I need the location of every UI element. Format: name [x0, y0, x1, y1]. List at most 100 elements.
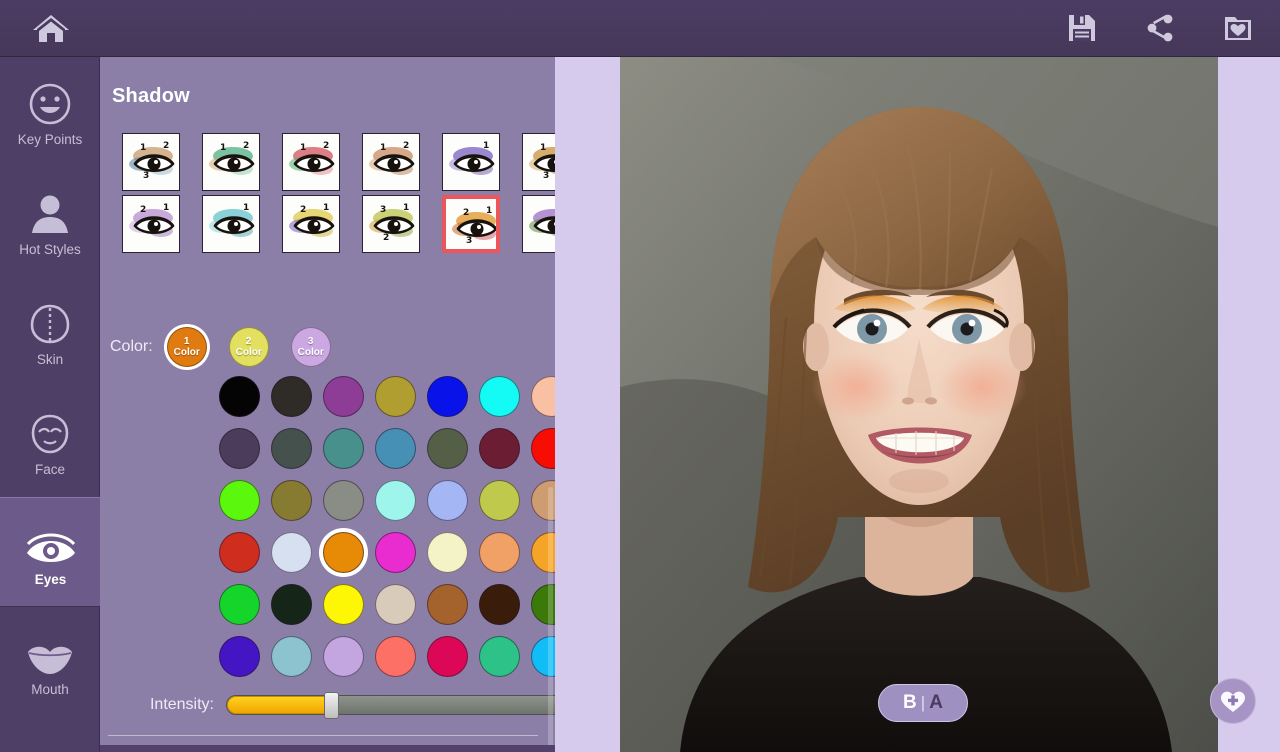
shadow-style-thumb[interactable]: 21 — [202, 133, 260, 191]
color-swatch[interactable] — [218, 375, 260, 417]
color-slot-index: 2 — [245, 336, 252, 347]
svg-text:2: 2 — [403, 141, 409, 151]
shadow-style-thumb[interactable]: 1 — [442, 133, 500, 191]
editor-panel: Shadow 2132121211213121121321232 Color: … — [100, 57, 555, 752]
shadow-style-thumb[interactable]: 213 — [122, 133, 180, 191]
shadow-style-thumb[interactable]: 1 2 3 — [442, 195, 500, 253]
sidebar-item-face[interactable]: Face — [0, 387, 100, 497]
palette-cell — [473, 425, 525, 471]
color-swatch[interactable] — [270, 375, 312, 417]
color-swatch[interactable] — [426, 375, 468, 417]
home-icon[interactable] — [30, 8, 72, 48]
color-swatch[interactable] — [322, 427, 364, 469]
svg-text:1: 1 — [403, 203, 409, 213]
color-swatch[interactable] — [218, 531, 260, 573]
color-swatch[interactable] — [218, 583, 260, 625]
eye-style-preview: 12 — [123, 196, 179, 252]
eye-style-preview: 21 — [363, 134, 419, 190]
palette-cell — [473, 581, 525, 627]
color-swatch[interactable] — [322, 583, 364, 625]
face-symmetry-icon — [27, 297, 73, 347]
shadow-style-thumb[interactable]: 12 — [282, 195, 340, 253]
color-slot-caption: Color — [235, 347, 262, 358]
color-swatch[interactable] — [478, 583, 520, 625]
heart-plus-icon-glyph — [1221, 691, 1245, 712]
color-swatch[interactable] — [478, 635, 520, 677]
eye-style-preview: 213 — [523, 134, 555, 190]
palette-cell — [473, 633, 525, 679]
panel-scrollbar[interactable] — [548, 487, 553, 752]
palette-cell — [265, 477, 317, 523]
sidebar-item-label: Eyes — [34, 572, 67, 588]
color-swatch[interactable] — [322, 635, 364, 677]
svg-text:1: 1 — [380, 143, 386, 153]
palette-cell — [213, 425, 265, 471]
color-swatch[interactable] — [218, 479, 260, 521]
color-slot-3[interactable]: 3 Color — [290, 327, 331, 367]
color-swatch[interactable] — [426, 583, 468, 625]
sidebar-item-label: Skin — [36, 352, 64, 368]
color-swatch[interactable] — [218, 635, 260, 677]
color-swatch[interactable] — [322, 375, 364, 417]
svg-text:1: 1 — [140, 143, 146, 153]
palette-cell — [213, 477, 265, 523]
save-icon[interactable] — [1062, 7, 1102, 49]
intensity-slider[interactable] — [226, 692, 555, 719]
color-swatch[interactable] — [426, 531, 468, 573]
favorites-folder-icon[interactable] — [1218, 7, 1258, 49]
color-swatch[interactable] — [426, 635, 468, 677]
color-swatch[interactable] — [322, 479, 364, 521]
edited-photo[interactable] — [620, 57, 1218, 752]
sidebar-item-eyes[interactable]: Eyes — [0, 497, 101, 607]
color-swatch[interactable] — [478, 427, 520, 469]
shadow-style-thumb[interactable]: 21 — [362, 133, 420, 191]
svg-text:1: 1 — [323, 203, 329, 213]
shadow-style-thumb[interactable]: 12 — [122, 195, 180, 253]
color-swatch[interactable] — [374, 479, 416, 521]
shadow-style-thumb[interactable]: 1 3 2 — [362, 195, 420, 253]
color-swatch[interactable] — [374, 531, 416, 573]
color-swatch[interactable] — [322, 531, 364, 573]
heart-plus-icon[interactable] — [1210, 678, 1256, 724]
shadow-style-thumb[interactable]: 1 — [202, 195, 260, 253]
intensity-slider-knob[interactable] — [324, 692, 340, 719]
color-slot-2[interactable]: 2 Color — [228, 327, 269, 367]
shadow-style-thumb[interactable]: 2 — [522, 195, 555, 253]
sidebar-item-label: Hot Styles — [19, 242, 81, 258]
palette-cell — [213, 529, 265, 575]
color-swatch[interactable] — [270, 427, 312, 469]
svg-text:1: 1 — [540, 143, 546, 153]
color-slot-1[interactable]: 1 Color — [166, 327, 207, 367]
color-swatch[interactable] — [270, 479, 312, 521]
color-swatch[interactable] — [478, 479, 520, 521]
color-swatch[interactable] — [374, 375, 416, 417]
app-root: Key Points Hot Styles Skin Face Eyes Mouth Sh… — [0, 0, 1280, 752]
eye-style-preview: 12 — [283, 196, 339, 252]
sidebar-item-mouth[interactable]: Mouth — [0, 607, 100, 717]
home-icon-glyph — [33, 15, 69, 42]
share-icon[interactable] — [1140, 7, 1180, 49]
color-swatch[interactable] — [270, 531, 312, 573]
color-swatch[interactable] — [270, 583, 312, 625]
color-swatch[interactable] — [478, 375, 520, 417]
shadow-style-thumb[interactable]: 21 — [282, 133, 340, 191]
color-swatch[interactable] — [374, 427, 416, 469]
color-swatch[interactable] — [530, 427, 555, 469]
color-swatch[interactable] — [530, 375, 555, 417]
color-swatch[interactable] — [426, 427, 468, 469]
before-after-toggle[interactable]: B | A — [878, 684, 968, 722]
sidebar-item-key-points[interactable]: Key Points — [0, 57, 100, 167]
lips-icon — [25, 627, 75, 677]
palette-cell — [369, 373, 421, 419]
color-swatch[interactable] — [426, 479, 468, 521]
sidebar-item-skin[interactable]: Skin — [0, 277, 100, 387]
color-swatch[interactable] — [218, 427, 260, 469]
palette-cell — [473, 373, 525, 419]
color-swatch[interactable] — [270, 635, 312, 677]
color-swatch[interactable] — [478, 531, 520, 573]
color-swatch[interactable] — [374, 583, 416, 625]
sidebar-item-hot-styles[interactable]: Hot Styles — [0, 167, 100, 277]
shadow-style-thumb[interactable]: 213 — [522, 133, 555, 191]
person-bust-icon — [27, 187, 73, 237]
color-swatch[interactable] — [374, 635, 416, 677]
